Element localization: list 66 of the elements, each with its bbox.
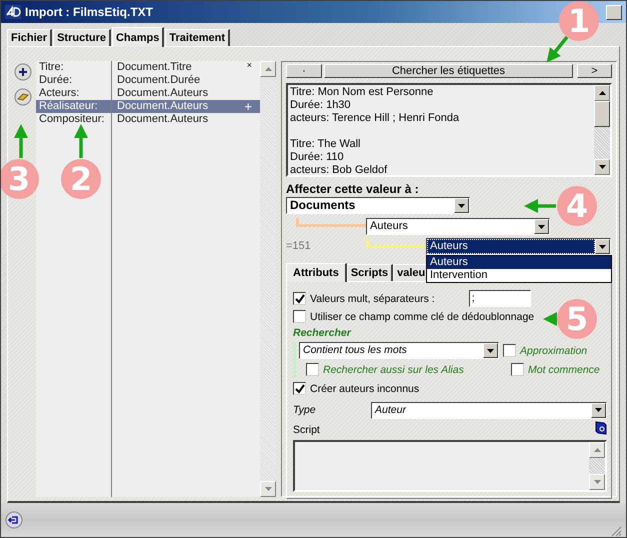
tab[interactable]: Champs [112,27,164,47]
field-label[interactable]: Réalisateur: [36,100,112,113]
tab[interactable]: Attributs [286,263,347,282]
preview-line: Durée: 110 [290,151,345,164]
type-dropdown[interactable]: Auteur [371,402,607,418]
field-target[interactable]: Document.Titre × [112,61,260,74]
tab[interactable]: Fichier [7,29,52,46]
callout-arrow [543,312,557,326]
type-label: Type [293,404,317,416]
tab[interactable]: Structure [53,29,111,46]
scroll-thumb[interactable] [594,101,610,127]
callout-arrow [524,199,556,213]
next-button[interactable]: > [577,64,612,78]
checkbox[interactable] [511,363,524,376]
section-title: Rechercher [293,327,352,339]
field-label[interactable]: Titre: [36,61,112,74]
preview-line: acteurs: Bob Geldof [290,164,388,175]
field-label[interactable]: Compositeur: [36,113,112,126]
assign-label: Affecter cette valeur à : [286,182,420,196]
tab[interactable]: Traitement [165,29,230,46]
checkbox-label: Valeurs mult, séparateurs : [310,292,435,304]
field-target[interactable]: Document.Auteurs [112,113,260,126]
preview-line: Titre: The Wall [290,138,362,151]
checkbox[interactable] [293,292,306,305]
script-label: Script [293,424,320,436]
field-target[interactable]: Document.Durée [112,74,260,87]
add-icon[interactable] [14,63,32,81]
field-label[interactable]: Durée: [36,74,112,87]
field-target[interactable]: Document.Auteurs + [112,100,260,113]
checkbox-label: Rechercher aussi sur les Alias [323,364,465,376]
checkbox-label: Utiliser ce champ comme clé de dédoublonnage [310,310,534,322]
field-target[interactable]: Document.Auteurs [112,87,260,100]
tab[interactable]: Scripts [346,264,394,281]
checkbox-label: Créer auteurs inconnus [310,382,420,394]
callout-arrow [14,124,28,158]
dropdown-option[interactable]: Auteurs [427,256,611,269]
close-button[interactable] [606,4,622,20]
scroll-down-icon[interactable] [594,159,610,175]
preview-line: Titre: Mon Nom est Personne [290,86,434,99]
eraser-icon[interactable] [14,88,32,106]
search-labels-button[interactable]: Chercher les étiquettes [324,64,573,78]
script-editor[interactable] [293,440,607,492]
separator-field[interactable]: ; [468,290,531,307]
scroll-track[interactable] [589,458,605,474]
window-title: Import : FilmsEtiq.TXT [25,5,154,19]
previous-button[interactable]: · [286,64,322,78]
record-count: =151 [286,239,312,254]
preview-text-area[interactable]: Titre: Mon Nom est Personne Durée: 1h30 acteurs: Terence Hill ; Henri Fonda Titre: The Wall Durée: 110 acteurs: Bob Geldof [286,83,612,177]
callout-arrow [546,36,568,62]
preview-line: Durée: 1h30 [290,99,352,112]
preview-line: acteurs: Terence Hill ; Henri Fonda [290,112,460,125]
checkbox[interactable] [503,344,516,357]
field-dropdown[interactable]: Auteurs [366,218,550,235]
table-dropdown[interactable]: Documents [286,197,470,214]
scroll-up-icon[interactable] [594,85,610,101]
subfield-dropdown[interactable]: Auteurs [426,238,611,255]
checkbox-label: Approximation [520,344,588,356]
checkbox[interactable] [293,310,306,323]
resize-grip-icon[interactable] [610,525,622,537]
app-logo-icon [5,5,21,19]
search-mode-dropdown[interactable]: Contient tous les mots [299,342,499,359]
checkbox[interactable] [306,363,319,376]
checkbox-label: Mot commence [528,364,600,376]
exit-icon[interactable] [5,511,23,529]
checkbox[interactable] [293,382,306,395]
callout-arrow [74,124,88,158]
